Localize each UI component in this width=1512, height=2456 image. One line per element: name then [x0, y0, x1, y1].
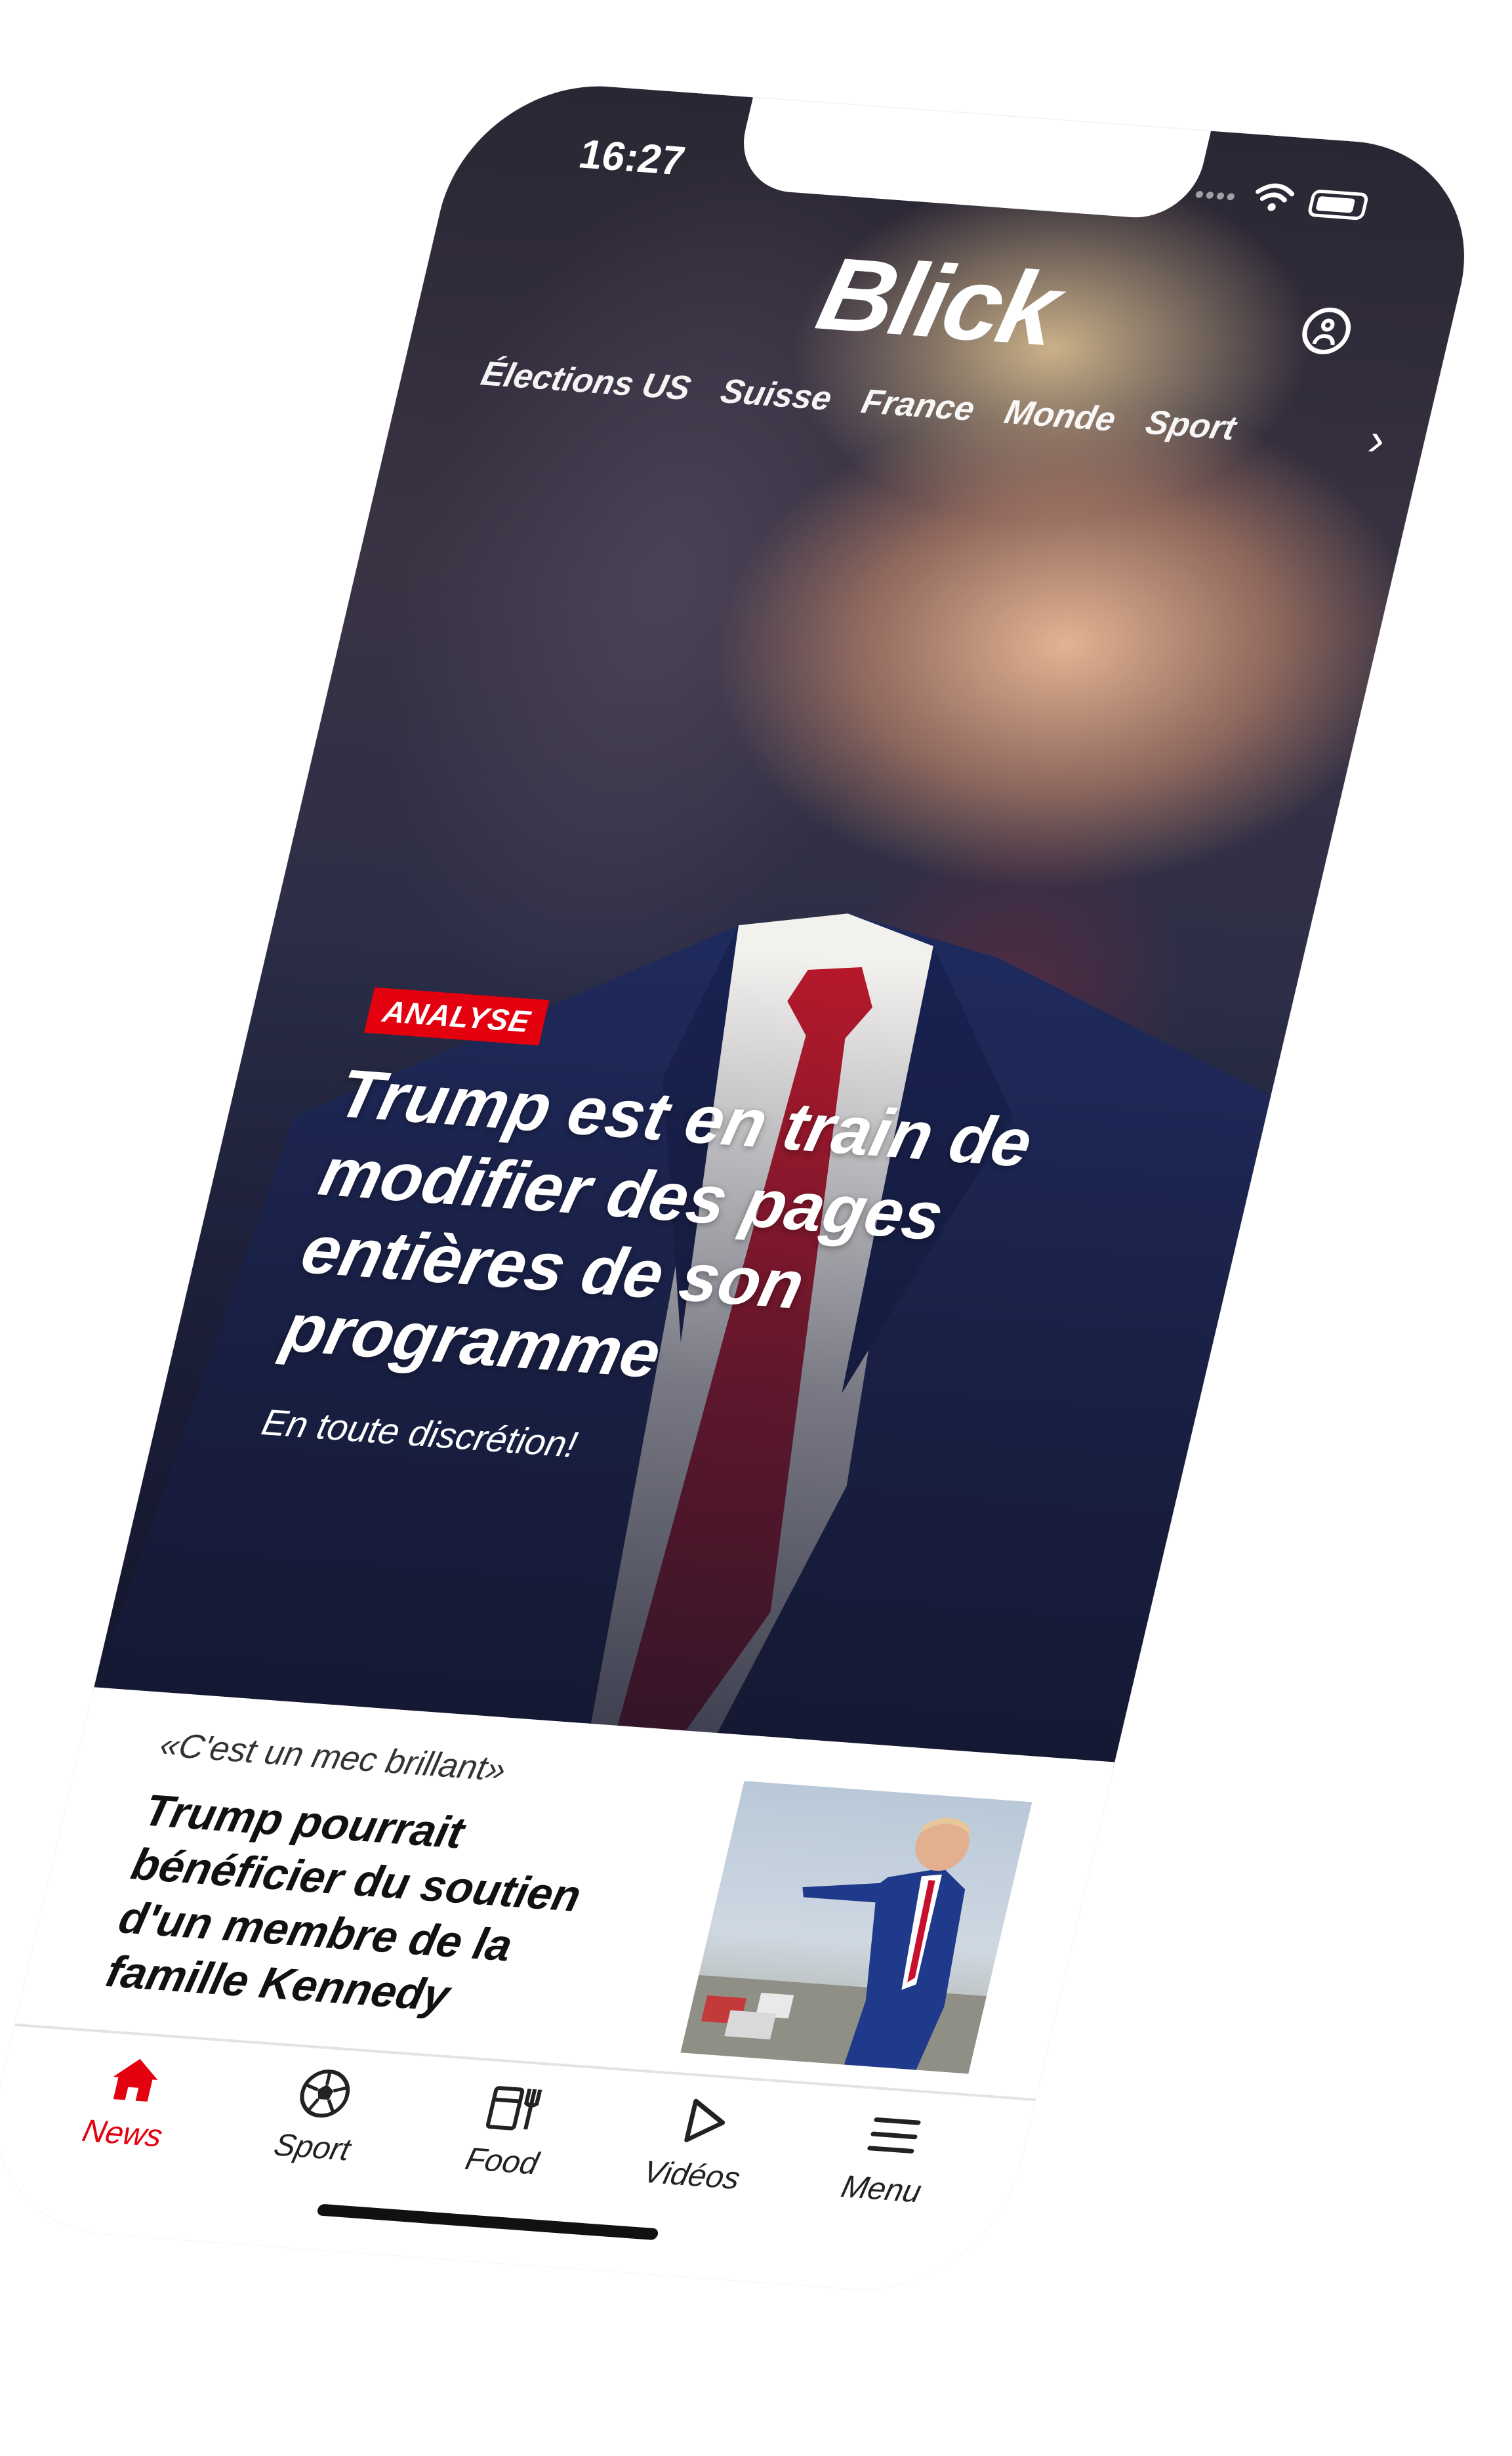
tab-label-sport: Sport — [270, 2127, 354, 2168]
tab-videos[interactable]: Vidéos — [615, 2089, 776, 2228]
thumbnail-photo — [680, 1818, 987, 2074]
tab-sport[interactable]: Sport — [235, 2062, 397, 2201]
play-icon — [684, 2098, 725, 2142]
menu-icon — [867, 2117, 921, 2154]
cellular-signal-icon: •••• — [1191, 179, 1240, 211]
nav-item-sport[interactable]: Sport — [1142, 403, 1240, 448]
nav-item-monde[interactable]: Monde — [1001, 392, 1120, 439]
tab-label-menu: Menu — [838, 2169, 925, 2210]
hero-headline[interactable]: Trump est en train de modifier des pages… — [276, 1054, 1134, 1424]
camera-notch — [731, 91, 1213, 222]
battery-icon — [1307, 189, 1370, 220]
tab-menu[interactable]: Menu — [805, 2104, 966, 2243]
home-icon — [113, 2058, 158, 2102]
wifi-icon — [1250, 180, 1297, 220]
article-thumbnail[interactable] — [680, 1781, 1032, 2074]
tab-food[interactable]: Food — [425, 2075, 586, 2215]
phone-screen: 16:27 •••• Blick Élections US Suisse Fra… — [0, 76, 1492, 2299]
article-kicker: «C'est un mec brillant» — [155, 1726, 510, 1789]
nav-item-suisse[interactable]: Suisse — [717, 371, 836, 418]
status-time: 16:27 — [575, 131, 689, 184]
tab-news[interactable]: News — [46, 2048, 207, 2187]
nav-item-france[interactable]: France — [858, 382, 979, 429]
food-icon — [485, 2086, 542, 2131]
tab-label-food: Food — [462, 2142, 542, 2182]
article-title[interactable]: Trump pourrait bénéficier du soutien d'u… — [101, 1783, 662, 2035]
tab-label-news: News — [79, 2113, 166, 2154]
nav-item-elections-us[interactable]: Élections US — [478, 354, 695, 408]
soccer-ball-icon — [300, 2070, 350, 2118]
tab-label-videos: Vidéos — [640, 2155, 744, 2196]
status-icons: •••• — [1191, 176, 1370, 224]
